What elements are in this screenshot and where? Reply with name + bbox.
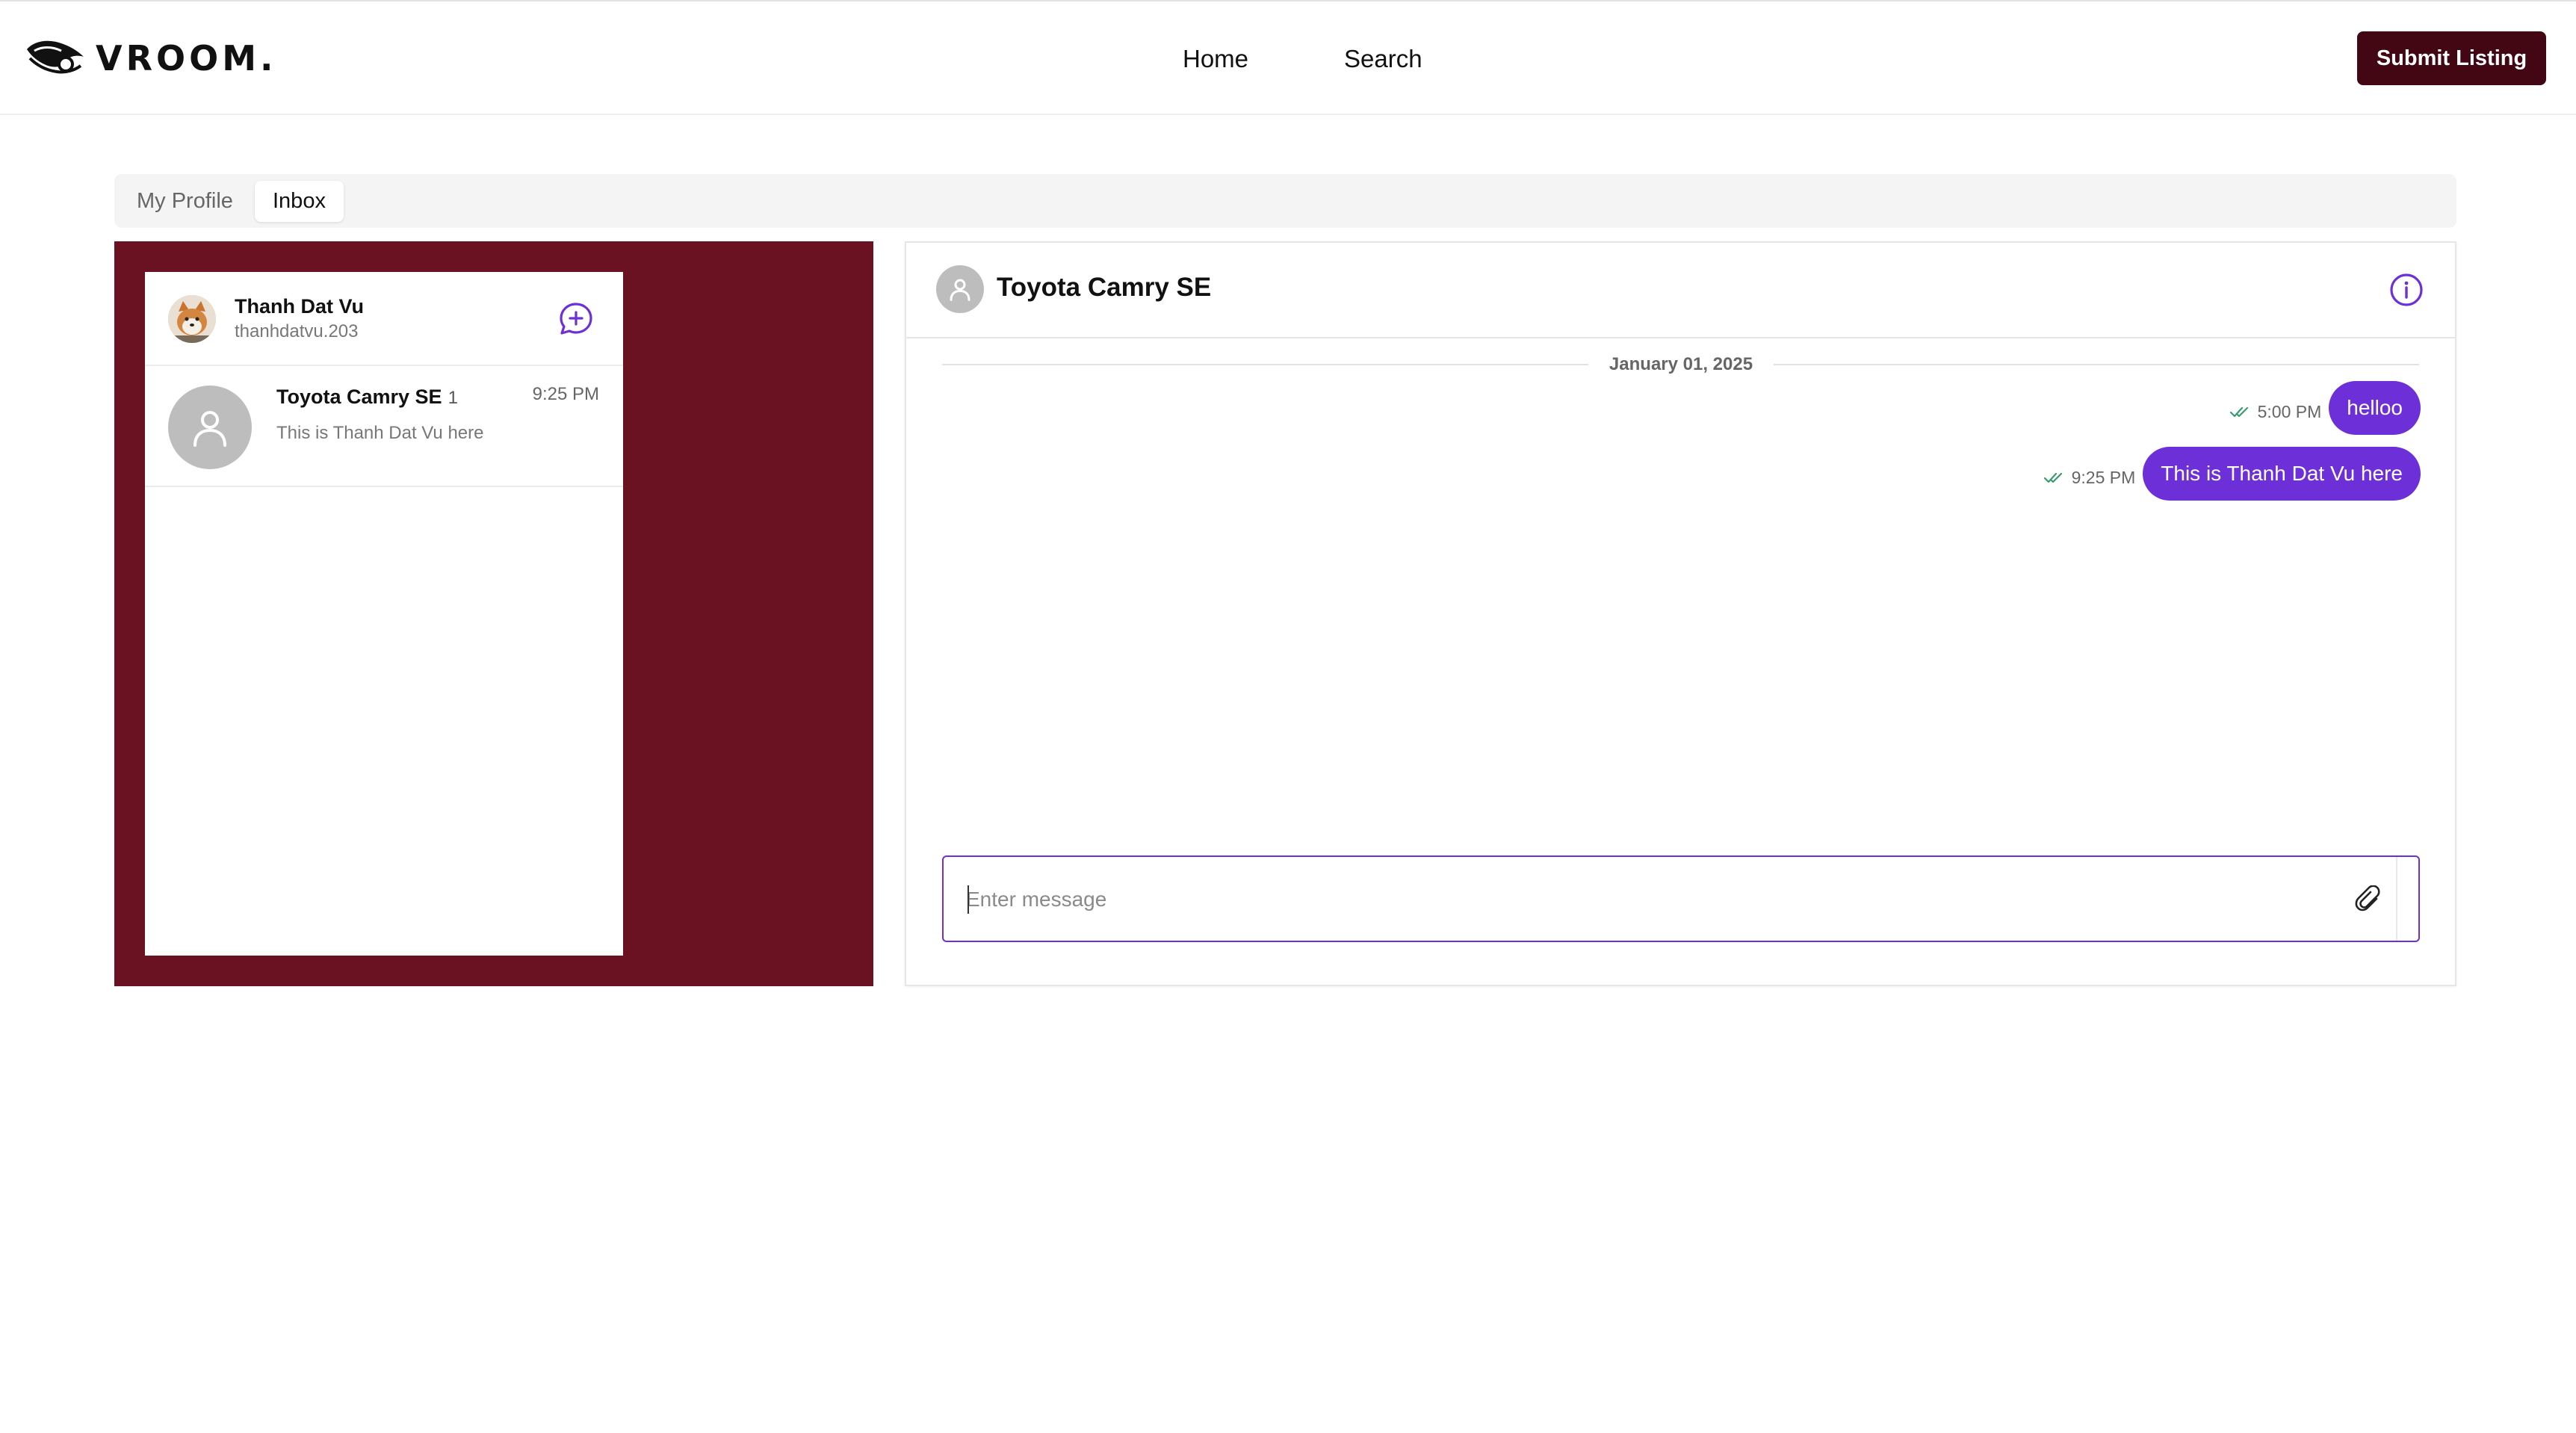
message-row: 5:00 PM helloo	[2229, 381, 2421, 435]
user-name: Thanh Dat Vu	[235, 295, 364, 318]
conversation-title: Toyota Camry SE 1	[276, 386, 458, 409]
logo-text: VROOM.	[96, 38, 277, 78]
site-header: VROOM. Home Search Submit Listing	[0, 1, 2576, 115]
user-placeholder-icon	[193, 411, 226, 447]
conversation-list: Thanh Dat Vu thanhdatvu.203 Toyota Camry…	[145, 272, 623, 956]
nav-search[interactable]: Search	[1344, 45, 1422, 73]
user-placeholder-icon	[950, 279, 970, 301]
message-meta: 5:00 PM	[2229, 401, 2322, 422]
message-row: 9:25 PM This is Thanh Dat Vu here	[2043, 447, 2421, 501]
new-chat-icon[interactable]	[557, 300, 595, 338]
conversation-title-text: Toyota Camry SE	[276, 386, 442, 408]
chat-title: Toyota Camry SE	[997, 273, 1212, 302]
conversation-time: 9:25 PM	[532, 384, 599, 404]
message-time: 5:00 PM	[2257, 401, 2322, 421]
divider-line	[942, 364, 1588, 365]
chat-panel: Toyota Camry SE January 01, 2025 5:00 PM…	[905, 241, 2456, 986]
message-bubble[interactable]: helloo	[2329, 381, 2421, 435]
unread-count: 1	[448, 388, 458, 408]
nav-home[interactable]: Home	[1183, 45, 1248, 73]
inbox-sidebar: Thanh Dat Vu thanhdatvu.203 Toyota Camry…	[114, 241, 873, 986]
user-avatar	[168, 295, 216, 343]
text-caret	[967, 885, 969, 914]
paperclip-icon[interactable]	[2354, 885, 2384, 915]
info-icon[interactable]	[2388, 272, 2424, 308]
date-label: January 01, 2025	[1609, 354, 1753, 374]
message-bubble[interactable]: This is Thanh Dat Vu here	[2143, 447, 2421, 501]
double-check-icon	[2229, 406, 2248, 418]
message-time: 9:25 PM	[2071, 467, 2136, 487]
tab-my-profile[interactable]: My Profile	[119, 181, 251, 222]
chat-avatar	[936, 265, 984, 313]
shiba-avatar-icon	[168, 295, 216, 343]
conversation-item[interactable]: Toyota Camry SE 1 9:25 PM This is Thanh D…	[145, 368, 623, 487]
conversation-preview: This is Thanh Dat Vu here	[276, 423, 484, 443]
current-user-header: Thanh Dat Vu thanhdatvu.203	[145, 272, 623, 366]
composer-divider	[2396, 857, 2397, 941]
double-check-icon	[2043, 472, 2062, 483]
profile-tabs: My Profile Inbox	[114, 174, 2456, 228]
message-input[interactable]	[966, 879, 2296, 920]
chat-header: Toyota Camry SE	[906, 243, 2455, 338]
date-divider: January 01, 2025	[942, 350, 2419, 380]
conversation-avatar	[168, 386, 252, 469]
user-handle: thanhdatvu.203	[235, 321, 359, 341]
divider-line	[1774, 364, 2419, 365]
message-meta: 9:25 PM	[2043, 467, 2136, 488]
logo[interactable]: VROOM.	[24, 36, 276, 81]
tab-inbox[interactable]: Inbox	[255, 181, 344, 222]
submit-listing-button[interactable]: Submit Listing	[2357, 31, 2546, 85]
message-composer	[942, 855, 2420, 942]
car-logo-icon	[27, 40, 84, 74]
